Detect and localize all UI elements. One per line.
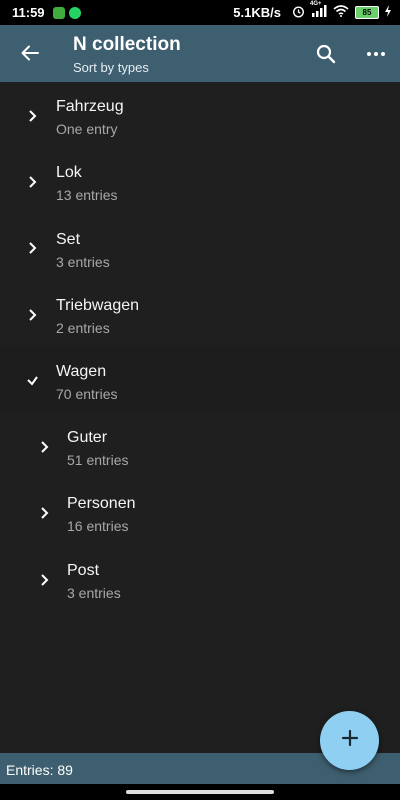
status-bar: 11:59 5.1KB/s 4G+ 85 xyxy=(0,0,400,25)
back-arrow-icon[interactable] xyxy=(16,39,44,67)
alarm-icon xyxy=(292,5,305,21)
network-type: 4G+ xyxy=(310,1,322,7)
chevron-right-icon xyxy=(26,109,40,123)
list-item-label: Triebwagen xyxy=(56,297,140,314)
page-title: N collection xyxy=(73,34,181,55)
list-item-label: Lok xyxy=(56,164,82,181)
home-gesture-handle[interactable] xyxy=(126,790,274,794)
list-item-count: 2 entries xyxy=(56,320,110,336)
chevron-down-icon xyxy=(26,373,40,387)
wifi-icon xyxy=(333,5,349,20)
chevron-right-icon xyxy=(26,308,40,322)
battery-icon: 85 xyxy=(355,6,379,19)
list-item-wagen[interactable]: Wagen 70 entries xyxy=(0,346,400,412)
list-item-label: Post xyxy=(67,562,100,579)
list-item-count: 70 entries xyxy=(56,386,118,402)
whatsapp-notification-icon xyxy=(68,6,81,19)
list-item-count: 3 entries xyxy=(67,585,121,601)
list-item-label: Personen xyxy=(67,495,136,512)
status-time: 11:59 xyxy=(12,5,45,20)
list-item-guter[interactable]: Guter 51 entries xyxy=(0,413,400,479)
entries-count: Entries: 89 xyxy=(6,762,73,778)
list-item-fahrzeug[interactable]: Fahrzeug One entry xyxy=(0,82,400,148)
list-item-label: Wagen xyxy=(56,363,107,380)
network-speed: 5.1KB/s xyxy=(233,5,281,20)
list-item-triebwagen[interactable]: Triebwagen 2 entries xyxy=(0,280,400,346)
chevron-right-icon xyxy=(26,175,40,189)
list-item-label: Guter xyxy=(67,429,108,446)
list-item-count: 16 entries xyxy=(67,518,129,534)
list-item-label: Set xyxy=(56,231,81,248)
signal-icon: 4G+ xyxy=(310,1,328,20)
list-item-personen[interactable]: Personen 16 entries xyxy=(0,479,400,545)
list-item-count: 3 entries xyxy=(56,254,110,270)
add-button[interactable] xyxy=(320,711,379,770)
chevron-right-icon xyxy=(38,506,52,520)
page-subtitle: Sort by types xyxy=(73,60,149,75)
list-item-label: Fahrzeug xyxy=(56,98,124,115)
app-bar: N collection Sort by types xyxy=(0,25,400,82)
more-icon[interactable] xyxy=(364,42,388,66)
chevron-right-icon xyxy=(38,573,52,587)
list-item-count: 51 entries xyxy=(67,452,129,468)
chevron-right-icon xyxy=(38,440,52,454)
list-item-count: One entry xyxy=(56,121,118,137)
list-item-set[interactable]: Set 3 entries xyxy=(0,214,400,280)
list-item-post[interactable]: Post 3 entries xyxy=(0,545,400,611)
list-item-count: 13 entries xyxy=(56,187,118,203)
list-item-lok[interactable]: Lok 13 entries xyxy=(0,148,400,214)
search-icon[interactable] xyxy=(314,42,338,66)
chevron-right-icon xyxy=(26,241,40,255)
add-icon xyxy=(340,728,360,753)
system-nav-bar xyxy=(0,784,400,800)
charging-icon xyxy=(384,5,392,20)
app-notification-icon xyxy=(52,6,65,19)
